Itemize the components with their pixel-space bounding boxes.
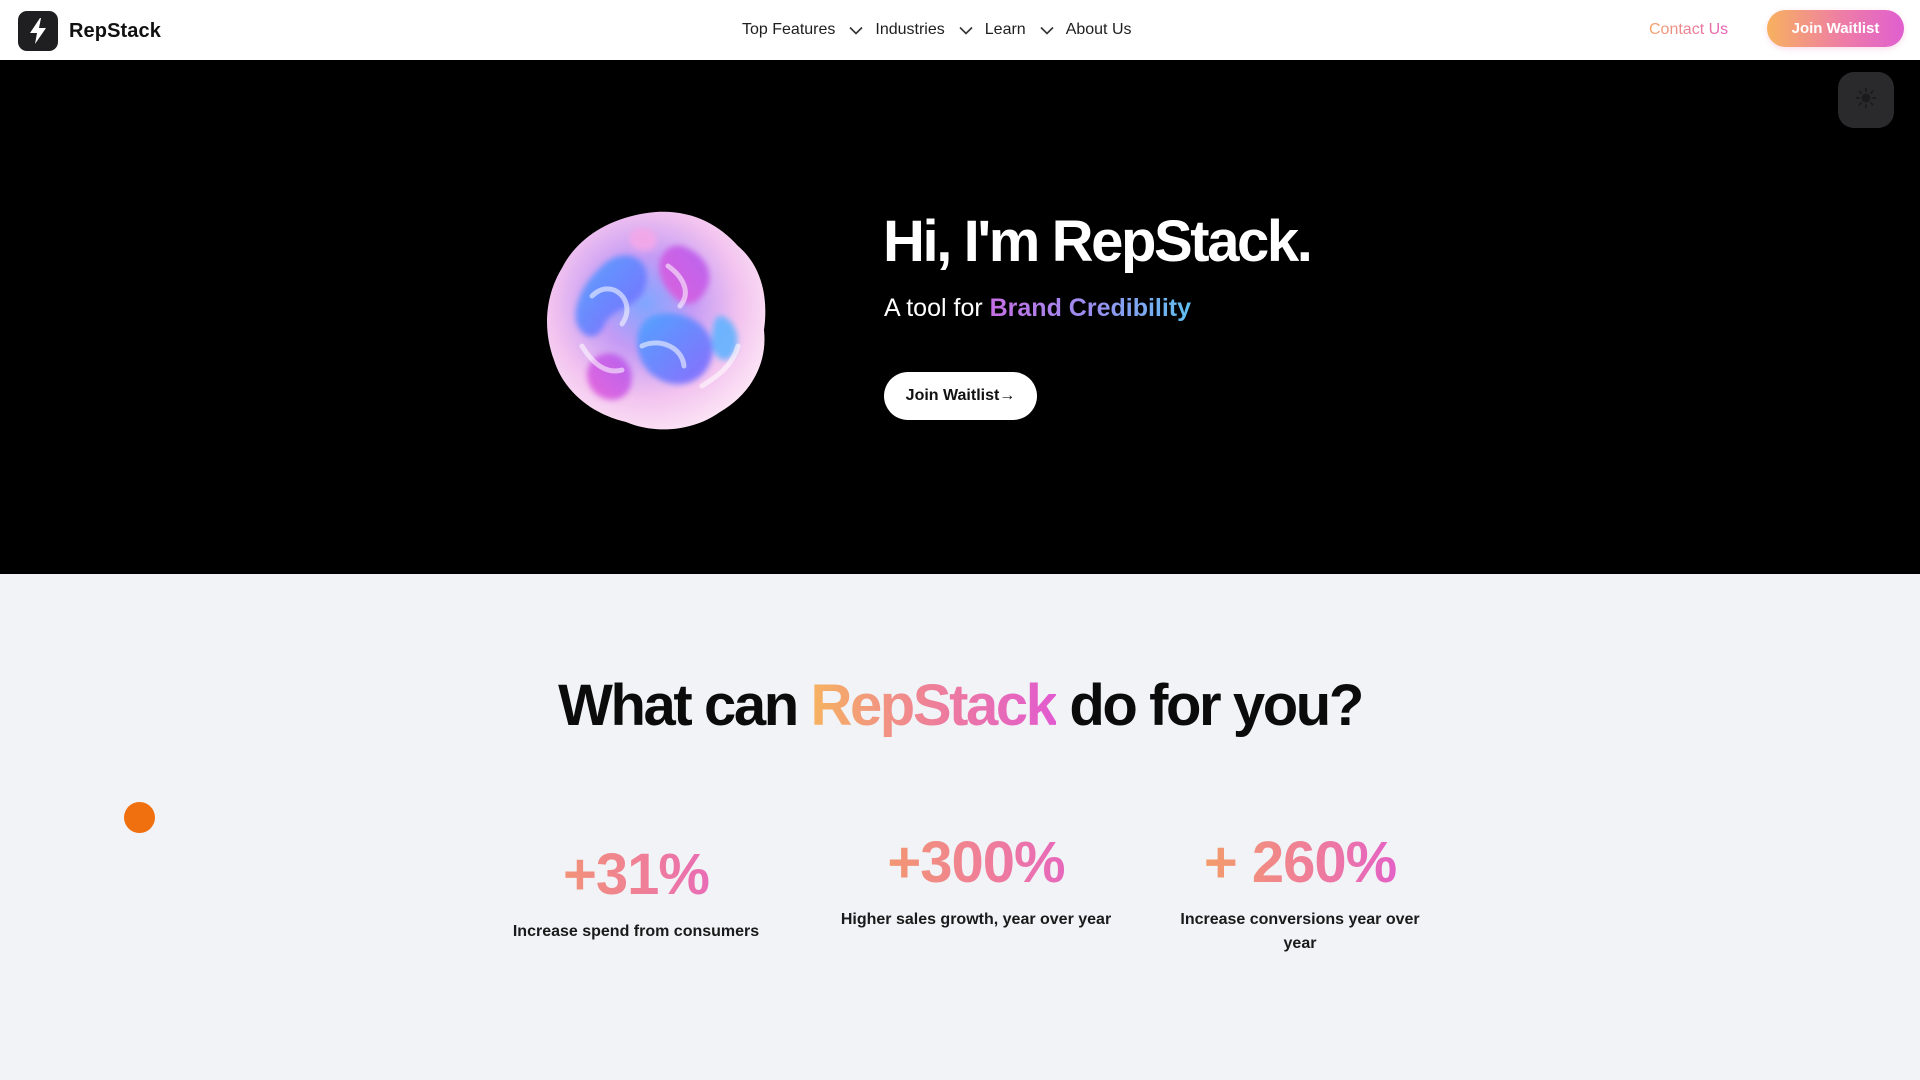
chevron-down-icon — [849, 26, 863, 35]
theme-toggle-button[interactable] — [1838, 72, 1894, 128]
sun-icon — [1855, 87, 1877, 114]
menu-item-about-us[interactable]: About Us — [1066, 21, 1132, 39]
stat-value: +300% — [840, 834, 1112, 892]
stat-card: +300% Higher sales growth, year over yea… — [840, 834, 1112, 932]
hero-join-waitlist-button[interactable]: Join Waitlist→ — [884, 372, 1037, 420]
stat-label: Increase spend from consumers — [512, 923, 760, 940]
section-title-suffix: do for you? — [1055, 673, 1364, 738]
section-title-prefix: What can — [558, 673, 811, 738]
chevron-down-icon — [959, 26, 973, 35]
menu-item-label: Top Features — [742, 21, 836, 38]
stat-card: +31% Increase spend from consumers — [500, 846, 772, 944]
menu-item-label: Industries — [875, 21, 945, 38]
menu-item-top-features[interactable]: Top Features — [742, 21, 875, 39]
hero-subtitle: A tool for Brand Credibility — [884, 294, 1191, 323]
section-title: What can RepStack do for you? — [0, 672, 1920, 739]
iridescent-blob-image — [542, 206, 770, 434]
join-waitlist-button[interactable]: Join Waitlist — [1767, 10, 1904, 47]
stat-label: Increase conversions year over year — [1180, 911, 1420, 952]
stat-value: + 260% — [1180, 834, 1420, 892]
lightning-bolt-icon — [18, 11, 58, 51]
brand-home-link[interactable]: RepStack — [18, 11, 161, 51]
chevron-down-icon — [1040, 26, 1054, 35]
menu-item-label: About Us — [1065, 21, 1132, 38]
hero-subtitle-prefix: A tool for — [884, 294, 990, 322]
hero-subtitle-accent: Brand Credibility — [989, 294, 1192, 322]
floating-orange-dot — [124, 802, 155, 833]
top-navbar: RepStack Top Features Industries Learn A… — [0, 0, 1920, 60]
hero-section: Hi, I'm RepStack. A tool for Brand Credi… — [0, 60, 1920, 574]
menu-item-label: Learn — [984, 21, 1026, 38]
hero-title: Hi, I'm RepStack. — [883, 209, 1313, 274]
brand-name: RepStack — [69, 19, 161, 42]
section-title-accent: RepStack — [810, 673, 1058, 738]
main-menu: Top Features Industries Learn About Us — [742, 0, 1132, 60]
stat-label: Higher sales growth, year over year — [840, 911, 1112, 928]
menu-item-industries[interactable]: Industries — [875, 21, 984, 39]
contact-us-link[interactable]: Contact Us — [1649, 21, 1728, 39]
stat-card: + 260% Increase conversions year over ye… — [1180, 834, 1420, 956]
menu-item-learn[interactable]: Learn — [985, 21, 1066, 39]
stat-value: +31% — [500, 846, 772, 904]
